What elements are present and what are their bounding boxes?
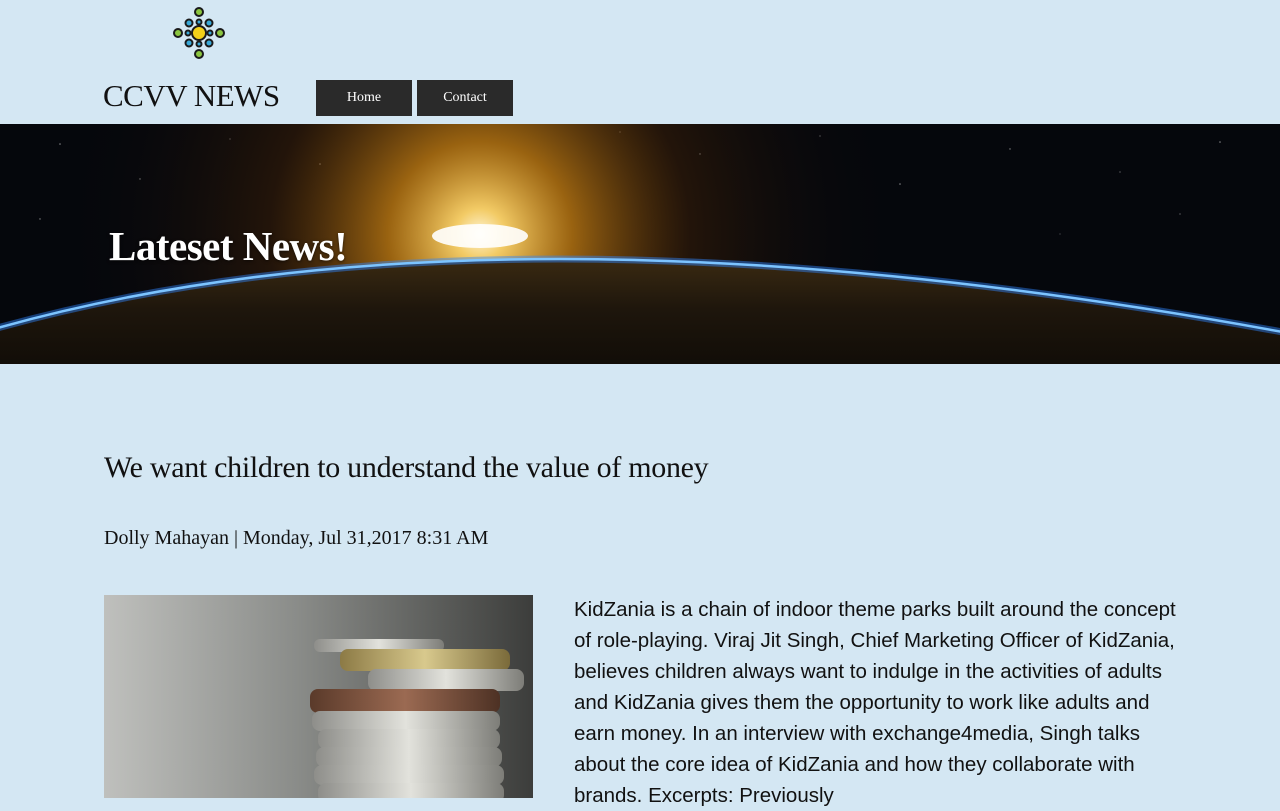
nav-contact-button[interactable]: Contact bbox=[417, 80, 513, 116]
stacked-coins-image bbox=[104, 595, 533, 798]
article-byline: Dolly Mahayan | Monday, Jul 31,2017 8:31… bbox=[104, 527, 489, 549]
nav-home-button[interactable]: Home bbox=[316, 80, 412, 116]
network-dots-logo-icon[interactable] bbox=[170, 4, 228, 62]
site-header: CCVV NEWS Home Contact bbox=[0, 0, 1280, 124]
article-body-text: KidZania is a chain of indoor theme park… bbox=[574, 598, 1176, 807]
hero-title: Lateset News! bbox=[109, 223, 348, 269]
main-nav: Home Contact bbox=[316, 80, 513, 116]
article-title[interactable]: We want children to understand the value… bbox=[104, 448, 709, 488]
hero-banner: Lateset News! bbox=[0, 124, 1280, 364]
site-title[interactable]: CCVV NEWS bbox=[103, 78, 280, 114]
